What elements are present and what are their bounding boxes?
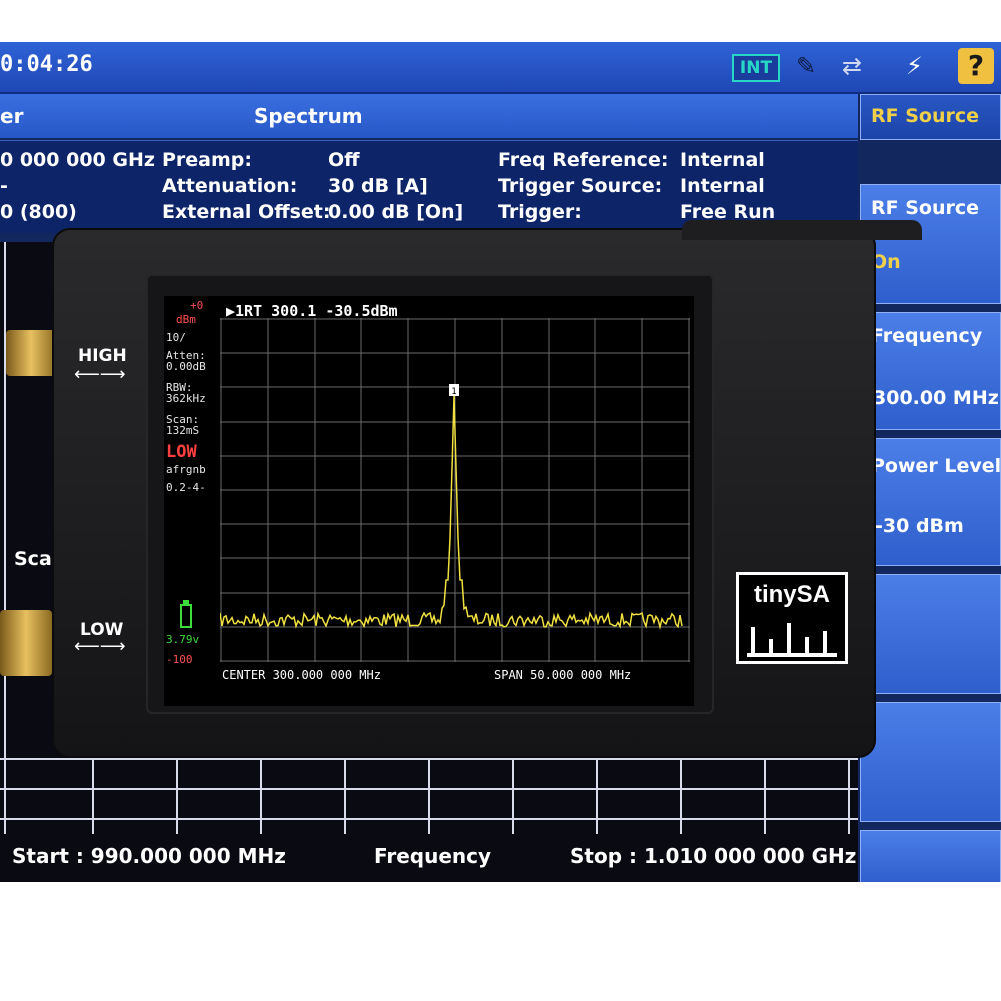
grid-line: [428, 752, 430, 842]
bottom-level: -100: [166, 653, 193, 666]
port-high-label: HIGH: [78, 346, 127, 366]
menu-header-title: RF Source: [871, 105, 980, 127]
info-preamp-label: Preamp:: [162, 149, 252, 171]
info-points: 0 (800): [0, 201, 77, 223]
center-frequency: CENTER 300.000 000 MHz: [222, 668, 381, 682]
spectrum-trace: [220, 395, 683, 630]
ref-unit: dBm: [176, 313, 196, 326]
softkey-title: Power Level: [871, 455, 1001, 477]
frequency-axis-label: Frequency: [374, 844, 492, 868]
logo-text: tinySA: [753, 581, 830, 608]
softkey-value: 300.00 MHz: [873, 387, 999, 409]
mode-title: Spectrum: [254, 104, 363, 128]
int-badge[interactable]: INT: [732, 54, 780, 82]
grid-line: [344, 752, 346, 842]
edit-icon[interactable]: ✎: [796, 52, 816, 80]
start-frequency: Start : 990.000 000 MHz: [12, 844, 286, 868]
info-trigger-label: Trigger:: [498, 201, 582, 223]
grid-line: [764, 752, 766, 842]
softkey-rf-source[interactable]: RF Source On: [860, 184, 1001, 304]
info-preamp-value: Off: [328, 149, 360, 171]
span-frequency: SPAN 50.000 000 MHz: [494, 668, 632, 682]
scan-value: 132mS: [166, 424, 200, 437]
softkey-menu: RF Source RF Source On Frequency 300.00 …: [860, 94, 1001, 882]
marker-1[interactable]: 1: [449, 384, 459, 397]
status-bar: 0:04:26 INT ✎ ⇄ ⚡ ?: [0, 42, 1001, 94]
info-offset-value: 0.00 dB [On]: [328, 201, 464, 223]
info-attenuation-value: 30 dB [A]: [328, 175, 428, 197]
atten-value: 0.00dB: [166, 360, 206, 373]
lcd-screen[interactable]: +0 dBm 10/ Atten: 0.00dB RBW: 362kHz Sca…: [164, 296, 694, 706]
scale-label: Sca: [14, 548, 52, 570]
marker-number: 1: [451, 387, 456, 397]
tinysa-device: HIGH ⟵⟶ LOW ⟵⟶ +0 dBm 10/ Atten: 0.00dB …: [52, 220, 922, 758]
softkey-power-level[interactable]: Power Level -30 dBm: [860, 438, 1001, 566]
grid-line: [680, 752, 682, 842]
battery-icon: [180, 604, 192, 628]
info-trigger-source-label: Trigger Source:: [498, 175, 663, 197]
status-flags: afrgnb: [166, 463, 206, 476]
frequency-footer: Start : 990.000 000 MHz Frequency Stop :…: [0, 834, 858, 882]
grid-line: [512, 752, 514, 842]
device-notch: [682, 220, 922, 240]
ref-level: +0: [190, 299, 204, 312]
stop-frequency: Stop : 1.010 000 000 GHz: [570, 844, 857, 868]
softkey-empty-6[interactable]: [860, 830, 1001, 882]
tinysa-logo: tinySA: [736, 572, 848, 664]
softkey-title: RF Source: [871, 197, 980, 219]
info-freq-ref-value: Internal: [680, 149, 765, 171]
double-arrow-icon: ⟵⟶: [74, 636, 126, 657]
softkey-empty-5[interactable]: [860, 702, 1001, 822]
softkey-title: Frequency: [871, 325, 983, 347]
help-icon[interactable]: ?: [958, 48, 994, 84]
info-offset-label: External Offset:: [162, 201, 331, 223]
scale-per-div: 10/: [166, 331, 186, 344]
battery-voltage: 3.79v: [166, 633, 200, 646]
grid-line: [260, 752, 262, 842]
title-bar: er Spectrum: [0, 94, 858, 138]
info-trigger-source-value: Internal: [680, 175, 765, 197]
menu-header: RF Source: [860, 94, 1001, 140]
version-text: 0.2-4-: [166, 481, 206, 494]
sma-connector-high: [6, 330, 56, 376]
info-dash: -: [0, 175, 8, 197]
grid-line: [596, 752, 598, 842]
usb-icon[interactable]: ⇄: [842, 52, 862, 80]
logo-bars-icon: [747, 623, 837, 657]
power-plug-icon: ⚡: [906, 52, 923, 80]
grid-line: [848, 752, 850, 842]
plot-grid: [220, 318, 690, 662]
rbw-value: 362kHz: [166, 392, 206, 405]
spectrum-plot[interactable]: 1: [220, 318, 690, 662]
info-frequency: 0 000 000 GHz: [0, 149, 155, 171]
mode-low: LOW: [166, 442, 197, 462]
grid-line: [176, 752, 178, 842]
softkey-value: -30 dBm: [875, 515, 964, 537]
clock-display: 0:04:26: [0, 52, 93, 77]
softkey-empty-4[interactable]: [860, 574, 1001, 694]
grid-line: [92, 752, 94, 842]
info-attenuation-label: Attenuation:: [162, 175, 298, 197]
double-arrow-icon: ⟵⟶: [74, 364, 126, 385]
sma-connector-low: [0, 610, 52, 676]
softkey-frequency[interactable]: Frequency 300.00 MHz: [860, 312, 1001, 430]
title-left-text: er: [0, 104, 24, 128]
info-freq-ref-label: Freq Reference:: [498, 149, 669, 171]
